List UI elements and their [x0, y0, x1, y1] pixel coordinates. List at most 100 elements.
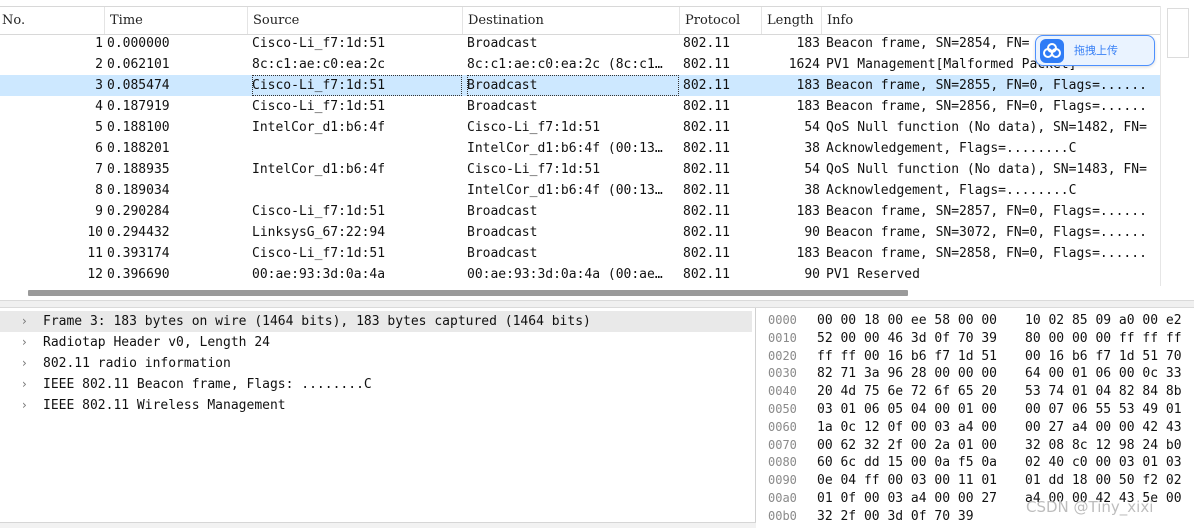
pane-splitter[interactable] — [0, 300, 1194, 308]
detail-tree-node[interactable]: › IEEE 802.11 Wireless Management — [0, 395, 756, 416]
packet-cell-info: Beacon frame, SN=2855, FN=0, Flags=.....… — [826, 78, 1147, 93]
packet-cell-no: 3 — [95, 78, 103, 93]
packet-cell-time: 0.294432 — [107, 225, 170, 240]
packet-cell-len: 1624 — [788, 57, 820, 72]
packet-cell-info: Beacon frame, SN=3072, FN=0, Flags=.....… — [826, 225, 1147, 240]
packet-row[interactable]: 1 0.000000 Cisco-Li_f7:1d:51 Broadcast 802.1… — [0, 33, 1160, 54]
packet-cell-time: 0.188100 — [107, 120, 170, 135]
packet-row[interactable]: 9 0.290284 Cisco-Li_f7:1d:51 Broadcast 802.1… — [0, 201, 1160, 222]
packet-row[interactable]: 11 0.393174 Cisco-Li_f7:1d:51 Broadcast 802.… — [0, 243, 1160, 264]
chevron-right-icon[interactable]: › — [22, 332, 27, 353]
packet-row[interactable]: 6 0.188201 IntelCor_d1:b6:4f (00:13… 802.11… — [0, 138, 1160, 159]
packet-row[interactable]: 5 0.188100 IntelCor_d1:b6:4f Cisco-Li_f7:1d… — [0, 117, 1160, 138]
packet-list[interactable]: No. Time Source Destination Protocol Len… — [0, 0, 1194, 302]
chevron-right-icon[interactable]: › — [22, 395, 27, 416]
column-header-destination[interactable]: Destination — [462, 7, 679, 34]
packet-cell-dst: 8c:c1:ae:c0:ea:2c (8c:c1… — [467, 57, 663, 72]
packet-row[interactable]: 12 0.396690 00:ae:93:3d:0a:4a 00:ae:93:3d:0… — [0, 264, 1160, 285]
packet-cell-dst: Broadcast — [467, 246, 538, 261]
packet-cell-info: Acknowledgement, Flags=........C — [826, 183, 1077, 198]
hex-bytes-group-1: 20 4d 75 6e 72 6f 65 20 — [817, 384, 998, 400]
packet-cell-proto: 802.11 — [683, 57, 730, 72]
packet-cell-src — [252, 138, 462, 159]
vertical-scroll-thumb[interactable] — [1167, 8, 1189, 58]
packet-cell-no: 4 — [95, 99, 103, 114]
packet-cell-src: LinksysG_67:22:94 — [252, 225, 386, 240]
hex-bytes-group-1: 00 00 18 00 ee 58 00 00 — [817, 313, 998, 328]
hex-offset: 0060 — [768, 419, 797, 434]
packet-list-vertical-scrollbar[interactable] — [1160, 6, 1194, 286]
detail-tree-node[interactable]: › IEEE 802.11 Beacon frame, Flags: ......… — [0, 374, 756, 395]
packet-cell-info: Beacon frame, SN=2856, FN=0, Flags=.....… — [826, 99, 1147, 114]
hex-offset: 0030 — [768, 366, 797, 381]
chevron-right-icon[interactable]: › — [22, 311, 27, 332]
packet-row[interactable]: 4 0.187919 Cisco-Li_f7:1d:51 Broadcast 802.1… — [0, 96, 1160, 117]
packet-cell-src: IntelCor_d1:b6:4f — [252, 162, 386, 177]
packet-row[interactable]: 3 0.085474 Cisco-Li_f7:1d:51 Broadcast 802.1… — [0, 75, 1160, 96]
hex-bytes-group-2: 53 74 01 04 82 84 8b — [1025, 384, 1182, 400]
hex-offset: 0070 — [768, 437, 797, 452]
detail-tree-label: IEEE 802.11 Wireless Management — [43, 398, 286, 413]
packet-cell-no: 6 — [95, 141, 103, 156]
packet-cell-proto: 802.11 — [683, 246, 730, 261]
packet-bytes-hex[interactable]: 0000 00 00 18 00 ee 58 00 00 10 02 85 09 a… — [758, 308, 1194, 528]
packet-cell-len: 90 — [804, 267, 820, 282]
watermark: CSDN @Tiny_xixi — [1026, 498, 1154, 516]
hex-bytes-group-2: 00 27 a4 00 00 42 43 — [1025, 419, 1182, 435]
packet-cell-info: Beacon frame, SN=2858, FN=0, Flags=.....… — [826, 246, 1147, 261]
column-header-length[interactable]: Length — [761, 7, 821, 34]
packet-cell-len: 183 — [796, 99, 820, 114]
packet-cell-src — [252, 180, 462, 201]
hex-bytes-group-1: 60 6c dd 15 00 0a f5 0a — [817, 455, 998, 471]
packet-cell-no: 9 — [95, 204, 103, 219]
hex-bytes-group-2: 02 40 c0 00 03 01 03 — [1025, 455, 1182, 471]
packet-details-tree[interactable]: › Frame 3: 183 bytes on wire (1464 bits),… — [0, 308, 756, 528]
detail-tree-node[interactable]: › Frame 3: 183 bytes on wire (1464 bits),… — [0, 311, 752, 332]
packet-cell-no: 2 — [95, 57, 103, 72]
packet-cell-len: 183 — [796, 36, 820, 51]
column-header-no[interactable]: No. — [0, 7, 104, 34]
drag-upload-button[interactable]: 拖拽上传 — [1035, 35, 1155, 66]
packet-row[interactable]: 2 0.062101 8c:c1:ae:c0:ea:2c 8c:c1:ae:c0:ea… — [0, 54, 1160, 75]
packet-cell-time: 0.189034 — [107, 183, 170, 198]
packet-cell-proto: 802.11 — [683, 141, 730, 156]
packet-cell-dst: IntelCor_d1:b6:4f (00:13… — [467, 183, 663, 198]
column-header-time[interactable]: Time — [104, 7, 247, 34]
packet-cell-dst: Broadcast — [467, 204, 538, 219]
packet-cell-no: 8 — [95, 183, 103, 198]
packet-cell-proto: 802.11 — [683, 99, 730, 114]
column-header-protocol[interactable]: Protocol — [679, 7, 761, 34]
packet-cell-time: 0.188935 — [107, 162, 170, 177]
cloud-upload-icon — [1040, 39, 1064, 63]
packet-row[interactable]: 7 0.188935 IntelCor_d1:b6:4f Cisco-Li_f7:1d… — [0, 159, 1160, 180]
packet-cell-src: Cisco-Li_f7:1d:51 — [252, 99, 386, 114]
packet-cell-no: 1 — [95, 36, 103, 51]
hex-bytes-group-2: 00 16 b6 f7 1d 51 70 — [1025, 348, 1182, 364]
hex-bytes-group-2: 10 02 85 09 a0 00 e2 — [1025, 313, 1182, 328]
column-header-source[interactable]: Source — [247, 7, 462, 34]
hex-bytes-group-1: 32 2f 00 3d 0f 70 39 — [817, 508, 974, 524]
packet-row[interactable]: 10 0.294432 LinksysG_67:22:94 Broadcast 802.… — [0, 222, 1160, 243]
hex-bytes-group-2: 64 00 01 06 00 0c 33 — [1025, 366, 1182, 382]
hex-offset: 0050 — [768, 402, 797, 416]
hex-offset: 0080 — [768, 455, 797, 470]
hex-bytes-group-2: 00 07 06 55 53 49 01 — [1025, 402, 1182, 417]
detail-tree-node[interactable]: › Radiotap Header v0, Length 24 — [0, 332, 756, 353]
packet-cell-time: 0.290284 — [107, 204, 170, 219]
horizontal-scroll-thumb[interactable] — [28, 290, 908, 296]
packet-cell-src: Cisco-Li_f7:1d:51 — [252, 36, 386, 51]
packet-list-horizontal-scrollbar[interactable] — [0, 286, 1160, 300]
packet-cell-proto: 802.11 — [683, 225, 730, 240]
packet-cell-src: Cisco-Li_f7:1d:51 — [252, 204, 386, 219]
packet-row[interactable]: 8 0.189034 IntelCor_d1:b6:4f (00:13… 802.11… — [0, 180, 1160, 201]
hex-offset: 0020 — [768, 348, 797, 363]
hex-offset: 00a0 — [768, 491, 797, 505]
detail-tree-node[interactable]: › 802.11 radio information — [0, 353, 756, 374]
column-header-info[interactable]: Info — [821, 7, 1160, 34]
chevron-right-icon[interactable]: › — [22, 374, 27, 395]
packet-cell-no: 12 — [87, 267, 103, 282]
hex-offset: 0090 — [768, 473, 797, 488]
packet-cell-time: 0.000000 — [107, 36, 170, 51]
chevron-right-icon[interactable]: › — [22, 353, 27, 374]
hex-bytes-group-1: 00 62 32 2f 00 2a 01 00 — [817, 437, 998, 453]
